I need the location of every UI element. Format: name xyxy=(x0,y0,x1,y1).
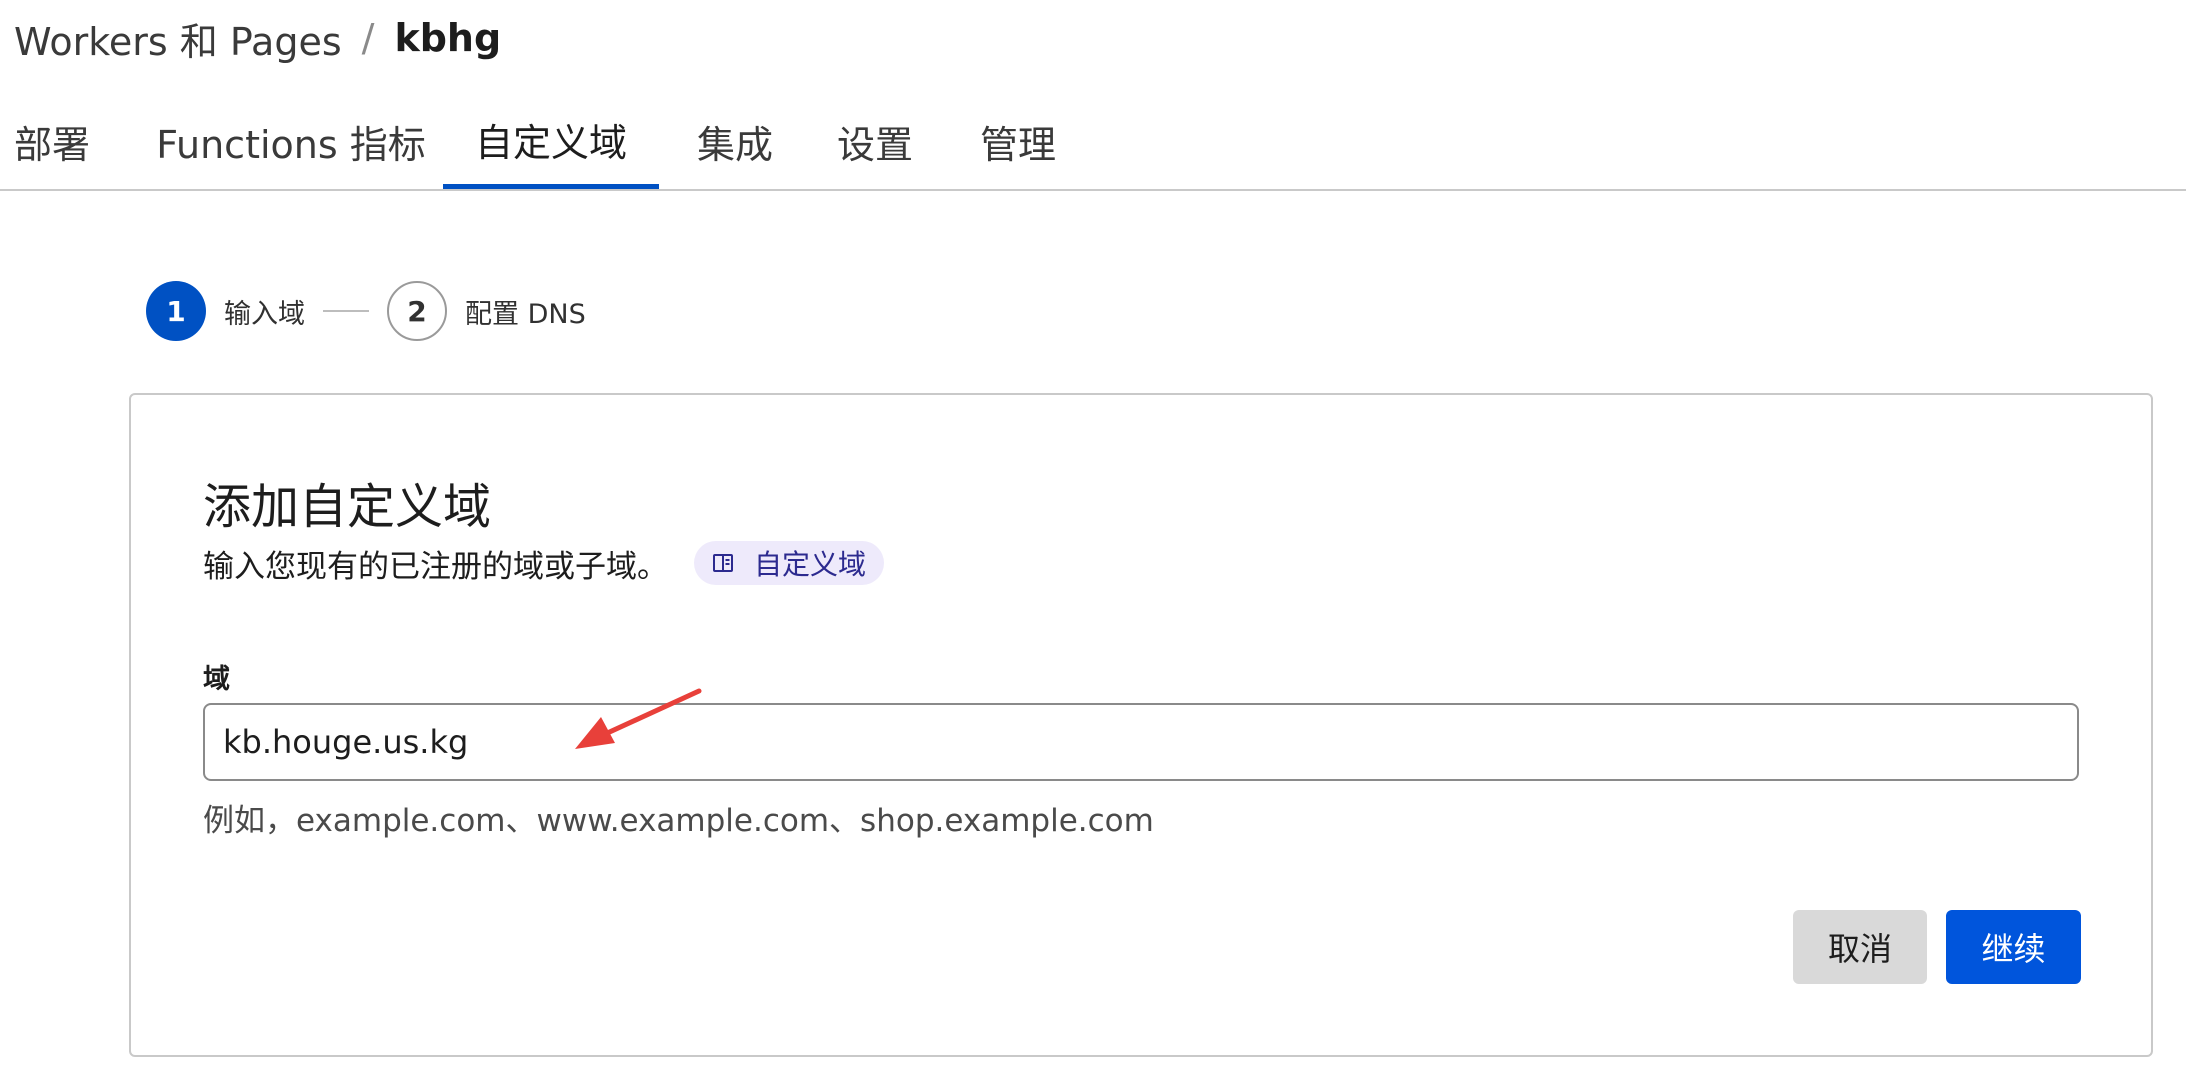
breadcrumb-parent[interactable]: Workers 和 Pages xyxy=(14,11,342,66)
tab-manage[interactable]: 管理 xyxy=(968,94,1068,189)
tab-custom-domains[interactable]: 自定义域 xyxy=(443,94,659,189)
continue-button[interactable]: 继续 xyxy=(1946,910,2081,984)
stepper: 1 输入域 2 配置 DNS xyxy=(146,281,586,341)
docs-link-label: 自定义域 xyxy=(754,548,867,581)
domain-hint: 例如，example.com、www.example.com、shop.exam… xyxy=(203,803,1154,839)
tab-integrations[interactable]: 集成 xyxy=(685,94,785,189)
add-custom-domain-card: 添加自定义域 输入您现有的已注册的域或子域。 自定义域 域 例如，example… xyxy=(129,393,2153,1057)
card-subtitle: 输入您现有的已注册的域或子域。 xyxy=(203,548,668,585)
tab-settings[interactable]: 设置 xyxy=(825,94,925,189)
breadcrumb: Workers 和 Pages / kbhg xyxy=(14,14,502,64)
tab-functions-metrics[interactable]: Functions 指标 xyxy=(150,94,432,189)
domain-input[interactable] xyxy=(203,703,2079,781)
step-1-indicator: 1 xyxy=(146,281,206,341)
docs-link-chip[interactable]: 自定义域 xyxy=(694,541,885,585)
tab-deployments[interactable]: 部署 xyxy=(0,94,112,189)
breadcrumb-current: kbhg xyxy=(394,16,502,60)
step-2-indicator: 2 xyxy=(387,281,447,341)
book-icon xyxy=(713,554,733,572)
step-connector xyxy=(323,310,369,312)
domain-field-label: 域 xyxy=(203,664,230,695)
cancel-button[interactable]: 取消 xyxy=(1793,910,1927,984)
step-1-label: 输入域 xyxy=(224,298,305,330)
step-2-label: 配置 DNS xyxy=(465,298,586,330)
tab-bar: 部署 Functions 指标 自定义域 集成 设置 管理 xyxy=(0,94,2186,191)
breadcrumb-separator: / xyxy=(361,16,375,60)
card-title: 添加自定义域 xyxy=(203,479,492,535)
card-subtitle-row: 输入您现有的已注册的域或子域。 自定义域 xyxy=(203,535,885,591)
